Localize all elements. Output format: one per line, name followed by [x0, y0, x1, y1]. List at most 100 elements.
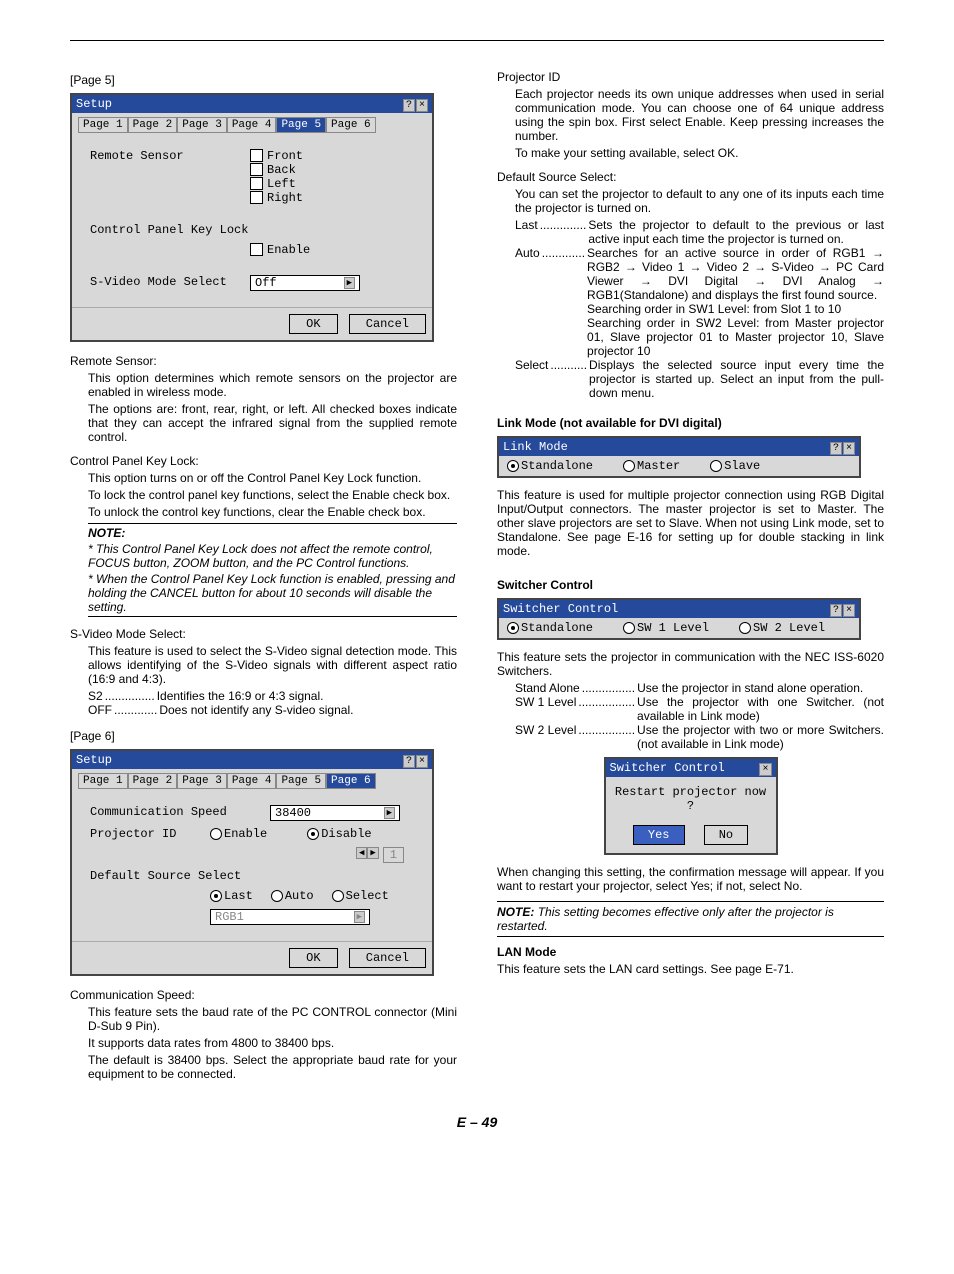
spin-right-icon[interactable]: ▶: [367, 847, 378, 859]
dss-select-radio[interactable]: Select: [332, 889, 389, 903]
dialog-titlebar: Link Mode ?×: [499, 438, 859, 456]
note-text: This setting becomes effective only afte…: [497, 905, 834, 933]
right-column: Projector ID Each projector needs its ow…: [497, 67, 884, 1084]
projector-id-heading: Projector ID: [497, 70, 884, 84]
linkmode-standalone-radio[interactable]: Standalone: [507, 459, 593, 473]
tab-page5[interactable]: Page 5: [276, 773, 326, 789]
tab-row: Page 1Page 2Page 3Page 4Page 5Page 6: [72, 769, 432, 789]
spin-left-icon[interactable]: ◀: [356, 847, 367, 859]
def-value: Does not identify any S-video signal.: [159, 703, 457, 717]
tab-page6[interactable]: Page 6: [326, 117, 376, 133]
tab-page4[interactable]: Page 4: [227, 117, 277, 133]
def-value: Use the projector in stand alone operati…: [637, 681, 884, 695]
tab-page2[interactable]: Page 2: [128, 773, 178, 789]
def-value: Identifies the 16:9 or 4:3 signal.: [157, 689, 457, 703]
setup-dialog-page5: Setup ?× Page 1Page 2Page 3Page 4Page 5P…: [70, 93, 434, 342]
window-buttons: ?×: [402, 97, 428, 111]
tab-page3[interactable]: Page 3: [177, 117, 227, 133]
remote-sensor-front[interactable]: Front: [250, 149, 303, 163]
note-text: * This Control Panel Key Lock does not a…: [88, 542, 457, 570]
cpkl-enable-checkbox[interactable]: Enable: [250, 243, 310, 257]
switcher-sw1-radio[interactable]: SW 1 Level: [623, 621, 709, 635]
page5-label: [Page 5]: [70, 73, 457, 87]
dss-last-radio[interactable]: Last: [210, 889, 253, 903]
dss-source-dropdown[interactable]: RGB1▶: [210, 909, 370, 925]
remote-sensor-label: Remote Sensor: [90, 149, 250, 163]
dropdown-arrow-icon[interactable]: ▶: [384, 807, 395, 819]
no-button[interactable]: No: [704, 825, 748, 845]
tab-page2[interactable]: Page 2: [128, 117, 178, 133]
dialog-title: Switcher Control: [503, 602, 618, 616]
tab-page1[interactable]: Page 1: [78, 117, 128, 133]
dss-heading: Default Source Select:: [497, 170, 884, 184]
dialog-title: Link Mode: [503, 440, 568, 454]
linkmode-master-radio[interactable]: Master: [623, 459, 680, 473]
tab-page3[interactable]: Page 3: [177, 773, 227, 789]
help-icon[interactable]: ?: [403, 99, 415, 112]
dialog-title: Switcher Control: [610, 761, 725, 775]
body-text: This feature sets the LAN card settings.…: [497, 962, 884, 976]
tab-page4[interactable]: Page 4: [227, 773, 277, 789]
def-key: Select: [515, 358, 548, 400]
left-column: [Page 5] Setup ?× Page 1Page 2Page 3Page…: [70, 67, 457, 1084]
body-text: This option determines which remote sens…: [88, 371, 457, 399]
projector-id-label: Projector ID: [90, 827, 210, 841]
comm-speed-heading: Communication Speed:: [70, 988, 457, 1002]
close-icon[interactable]: ×: [843, 604, 855, 617]
body-text: This option turns on or off the Control …: [88, 471, 457, 485]
tab-page6[interactable]: Page 6: [326, 773, 376, 789]
tab-row: Page 1Page 2Page 3Page 4Page 5Page 6: [72, 113, 432, 133]
def-value: Displays the selected source input every…: [589, 358, 884, 400]
close-icon[interactable]: ×: [416, 755, 428, 768]
body-text: This feature is used for multiple projec…: [497, 488, 884, 558]
svideo-label: S-Video Mode Select: [90, 275, 250, 289]
svideo-dropdown[interactable]: Off▶: [250, 275, 360, 291]
cpkl-label: Control Panel Key Lock: [90, 223, 250, 237]
projector-id-disable-radio[interactable]: Disable: [307, 827, 371, 841]
linkmode-slave-radio[interactable]: Slave: [710, 459, 760, 473]
dropdown-arrow-icon[interactable]: ▶: [354, 911, 365, 923]
cancel-button[interactable]: Cancel: [349, 948, 426, 968]
help-icon[interactable]: ?: [830, 604, 842, 617]
yes-button[interactable]: Yes: [633, 825, 685, 845]
tab-page1[interactable]: Page 1: [78, 773, 128, 789]
lan-heading: LAN Mode: [497, 945, 884, 959]
remote-sensor-right[interactable]: Right: [250, 191, 303, 205]
comm-speed-label: Communication Speed: [90, 805, 270, 819]
def-key: SW 2 Level: [515, 723, 576, 751]
switcher-dialog: Switcher Control ?× Standalone SW 1 Leve…: [497, 598, 861, 640]
help-icon[interactable]: ?: [403, 755, 415, 768]
def-key: OFF: [88, 703, 112, 717]
tab-page5[interactable]: Page 5: [276, 117, 326, 133]
close-icon[interactable]: ×: [759, 763, 771, 776]
def-value: Use the projector with two or more Switc…: [637, 723, 884, 751]
def-key: SW 1 Level: [515, 695, 576, 723]
switcher-sw2-radio[interactable]: SW 2 Level: [739, 621, 825, 635]
close-icon[interactable]: ×: [843, 442, 855, 455]
remote-sensor-back[interactable]: Back: [250, 163, 303, 177]
top-rule: [70, 40, 884, 41]
dropdown-arrow-icon[interactable]: ▶: [344, 277, 355, 289]
body-text: This feature is used to select the S-Vid…: [88, 644, 457, 686]
projector-id-enable-radio[interactable]: Enable: [210, 827, 267, 841]
setup-dialog-page6: Setup ?× Page 1Page 2Page 3Page 4Page 5P…: [70, 749, 434, 976]
close-icon[interactable]: ×: [416, 99, 428, 112]
cancel-button[interactable]: Cancel: [349, 314, 426, 334]
body-text: When changing this setting, the confirma…: [497, 865, 884, 893]
switcher-standalone-radio[interactable]: Standalone: [507, 621, 593, 635]
body-text: To make your setting available, select O…: [515, 146, 884, 160]
note-heading: NOTE:: [88, 523, 457, 540]
comm-speed-dropdown[interactable]: 38400▶: [270, 805, 400, 821]
ok-button[interactable]: OK: [289, 948, 337, 968]
dss-auto-radio[interactable]: Auto: [271, 889, 314, 903]
dialog-titlebar: Setup ?×: [72, 751, 432, 769]
note-box: NOTE: This setting becomes effective onl…: [497, 901, 884, 937]
ok-button[interactable]: OK: [289, 314, 337, 334]
help-icon[interactable]: ?: [830, 442, 842, 455]
remote-sensor-left[interactable]: Left: [250, 177, 303, 191]
dialog-title: Setup: [76, 97, 112, 111]
restart-confirm-dialog: Switcher Control × Restart projector now…: [604, 757, 778, 855]
remote-sensor-heading: Remote Sensor:: [70, 354, 457, 368]
body-text: It supports data rates from 4800 to 3840…: [88, 1036, 457, 1050]
def-value: Use the projector with one Switcher. (no…: [637, 695, 884, 723]
